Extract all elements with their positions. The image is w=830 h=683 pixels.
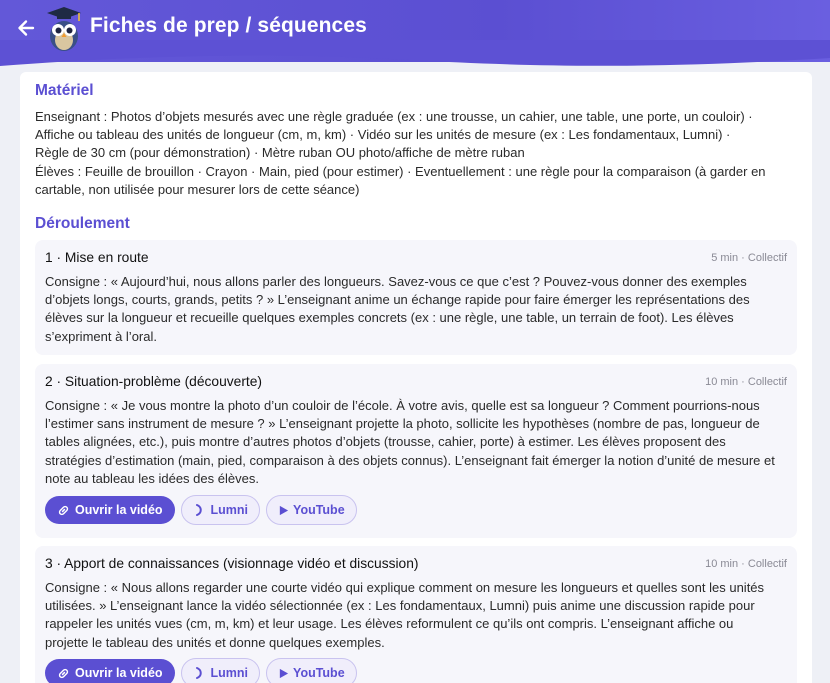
step-title: 3 · Apport de connaissances (visionnage …: [45, 556, 419, 571]
section-title-materiel: Matériel: [35, 82, 94, 99]
step-line: rappeler les unités vues (cm, m, km) et …: [45, 616, 734, 632]
materiel-line: Règle de 30 cm (pour démonstration) · Mè…: [35, 145, 525, 161]
step-line: stratégies d’estimation (main, pied, com…: [45, 452, 775, 468]
step-line: élèves sur la longueur et recueille quel…: [45, 310, 734, 326]
step-line: Consigne : « Aujourd’hui, nous allons pa…: [45, 274, 747, 289]
section-title-deroulement: Déroulement: [35, 215, 130, 232]
step-text: Consigne : « Nous allons regarder une co…: [45, 579, 790, 652]
step-meta: 10 min · Collectif: [705, 558, 787, 570]
materiel-line: Enseignant : Photos d’objets mesurés ave…: [35, 109, 753, 124]
step-meta: 10 min · Collectif: [705, 376, 787, 388]
step-title: 2 · Situation-problème (découverte): [45, 374, 263, 389]
lumni-label: Lumni: [210, 666, 249, 680]
step-line: utilisées. » L’enseignant lance la vidéo…: [45, 598, 755, 614]
step-line: Consigne : « Nous allons regarder une co…: [45, 580, 765, 595]
step-card-1: 1 · Mise en route 5 min · Collectif Cons…: [35, 240, 797, 355]
materiel-line: Élèves : Feuille de brouillon · Crayon ·…: [35, 163, 766, 179]
step-card-2: 2 · Situation-problème (découverte) 10 m…: [35, 364, 797, 538]
materiel-line: cartable, non utilisée pour mesurer lors…: [35, 181, 360, 197]
step-line: l’estimer sans instrument de mesure ? » …: [45, 416, 760, 432]
open-video-button[interactable]: Ouvrir la vidéo: [45, 496, 175, 524]
step-line: s’expriment à l’oral.: [45, 328, 157, 344]
sequence-card: Matériel Enseignant : Photos d’objets me…: [20, 72, 812, 683]
youtube-button[interactable]: YouTube: [266, 658, 357, 683]
link-icon: [57, 667, 70, 680]
lumni-icon: [193, 503, 207, 517]
step-card-3: 3 · Apport de connaissances (visionnage …: [35, 546, 797, 683]
step-line: tables alignées, etc.), puis montre d’au…: [45, 434, 726, 450]
play-icon: [278, 668, 289, 679]
youtube-label: YouTube: [293, 503, 345, 517]
header-wave: [0, 40, 830, 66]
lumni-icon: [193, 666, 207, 680]
play-icon: [278, 505, 289, 516]
lumni-button[interactable]: Lumni: [180, 495, 261, 525]
arrow-left-icon: [18, 20, 35, 36]
open-video-label: Ouvrir la vidéo: [75, 666, 163, 680]
open-video-label: Ouvrir la vidéo: [75, 503, 163, 517]
lumni-button[interactable]: Lumni: [180, 658, 261, 683]
step-line: Consigne : « Je vous montre la photo d’u…: [45, 398, 760, 413]
resource-buttons: Ouvrir la vidéo Lumni YouTube: [45, 658, 357, 683]
page-title: Fiches de prep / séquences: [90, 14, 367, 37]
step-text: Consigne : « Aujourd’hui, nous allons pa…: [45, 273, 790, 346]
materiel-text: Enseignant : Photos d’objets mesurés ave…: [35, 108, 797, 199]
open-video-button[interactable]: Ouvrir la vidéo: [45, 659, 175, 683]
resource-buttons: Ouvrir la vidéo Lumni YouTube: [45, 495, 357, 525]
youtube-label: YouTube: [293, 666, 345, 680]
materiel-line: Affiche ou tableau des unités de longueu…: [35, 127, 731, 143]
step-title: 1 · Mise en route: [45, 250, 149, 265]
owl-graduate-logo: [47, 7, 81, 51]
youtube-button[interactable]: YouTube: [266, 495, 357, 525]
step-text: Consigne : « Je vous montre la photo d’u…: [45, 397, 790, 488]
step-line: note au tableau les idées des élèves.: [45, 470, 259, 486]
lumni-label: Lumni: [210, 503, 249, 517]
back-button[interactable]: [12, 14, 40, 42]
step-meta: 5 min · Collectif: [711, 252, 787, 264]
step-line: projette le tableau des unités et donne …: [45, 634, 385, 650]
step-line: d’objets longs, courts, grands, petits ?…: [45, 292, 750, 308]
link-icon: [57, 504, 70, 517]
